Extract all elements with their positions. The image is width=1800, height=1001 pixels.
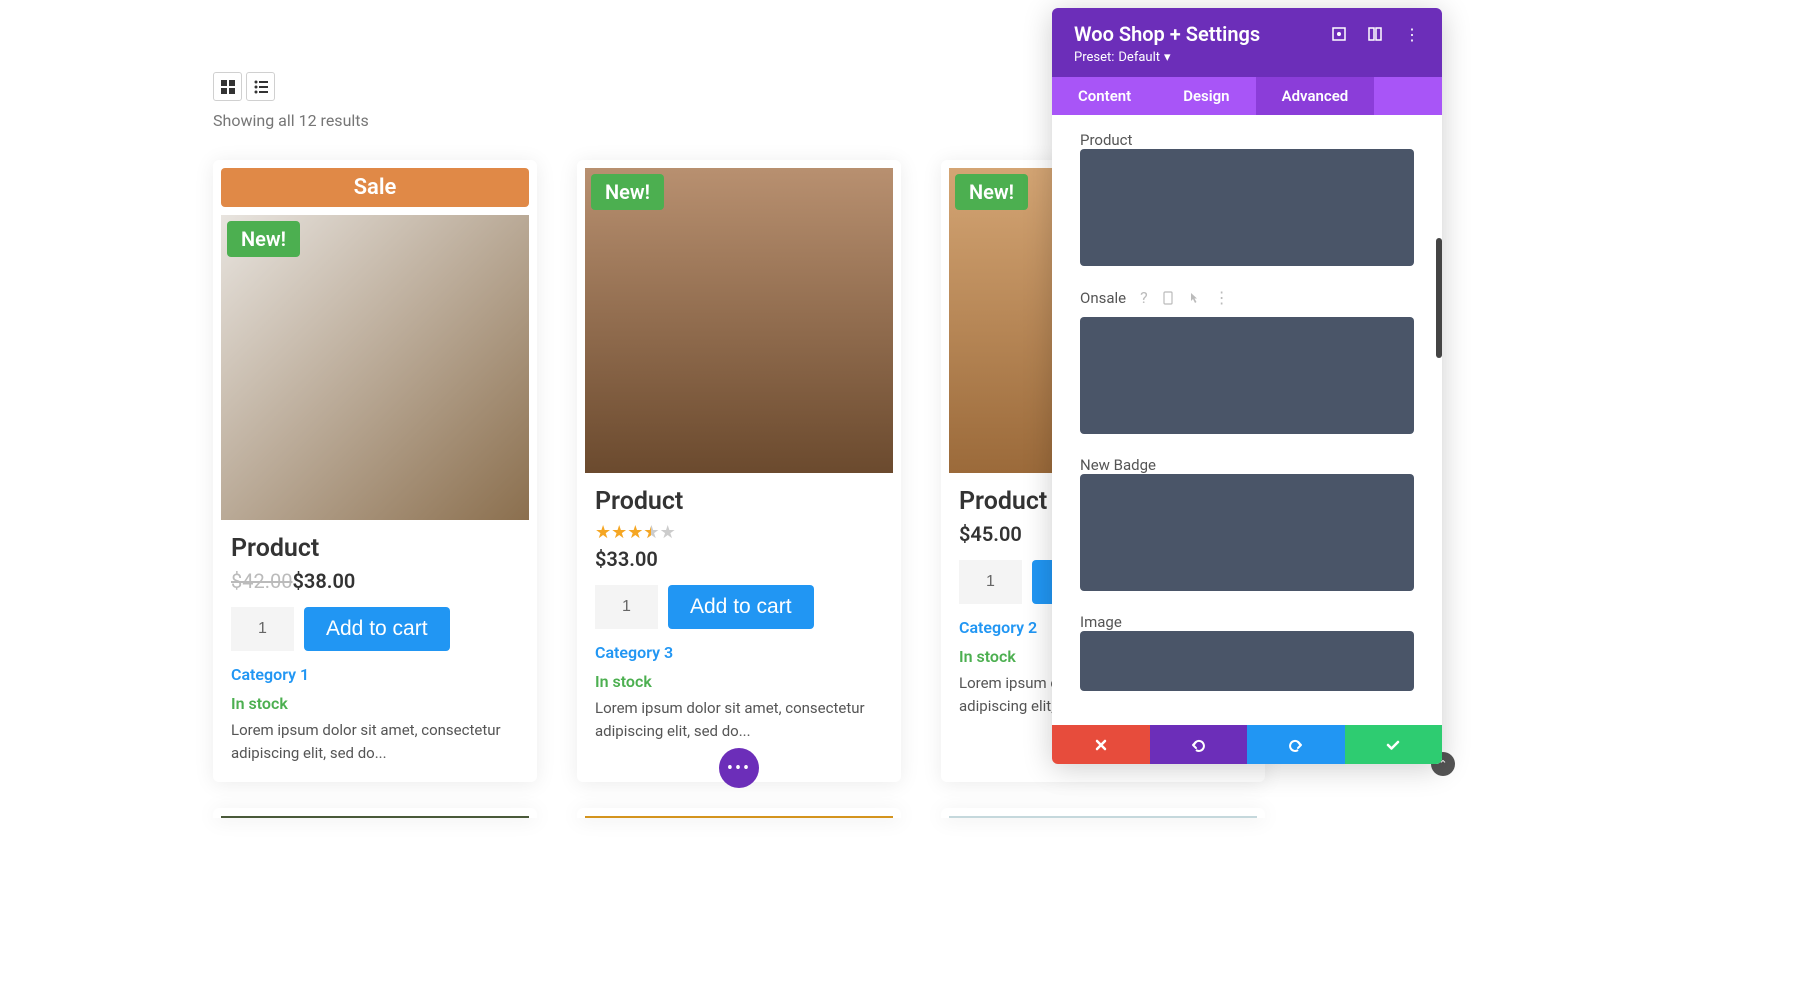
- add-to-cart-button[interactable]: Add to cart: [304, 607, 450, 651]
- cancel-button[interactable]: [1052, 725, 1150, 764]
- css-input-onsale[interactable]: [1080, 317, 1414, 434]
- product-image[interactable]: [585, 168, 893, 473]
- panel-title: Woo Shop + Settings: [1074, 22, 1260, 46]
- check-icon: [1385, 738, 1401, 752]
- quantity-input[interactable]: [959, 560, 1022, 604]
- section-label-image: Image: [1080, 613, 1414, 631]
- stock-status: In stock: [231, 694, 519, 713]
- settings-panel: Woo Shop + Settings ⋮ Preset: Default ▾ …: [1052, 8, 1442, 764]
- section-label-product: Product: [1080, 131, 1414, 149]
- new-badge: New!: [591, 174, 664, 210]
- add-to-cart-button[interactable]: Add to cart: [668, 585, 814, 629]
- redo-button[interactable]: [1247, 725, 1345, 764]
- kebab-menu-icon[interactable]: ⋮: [1214, 288, 1230, 307]
- tab-advanced[interactable]: Advanced: [1256, 77, 1375, 115]
- product-description: Lorem ipsum dolor sit amet, consectetur …: [595, 697, 883, 742]
- product-card[interactable]: New! Product ★★★★★★ $33.00 Add to cart C…: [577, 160, 901, 782]
- panel-header[interactable]: Woo Shop + Settings ⋮ Preset: Default ▾: [1052, 8, 1442, 77]
- new-badge: New!: [227, 221, 300, 257]
- list-view-button[interactable]: [246, 72, 275, 101]
- css-input-image[interactable]: [1080, 631, 1414, 691]
- product-card[interactable]: [213, 808, 537, 818]
- next-row-products: [213, 808, 1265, 818]
- undo-icon: [1190, 738, 1206, 752]
- preset-label: Preset:: [1074, 50, 1114, 65]
- undo-button[interactable]: [1150, 725, 1248, 764]
- expand-icon[interactable]: [1332, 27, 1346, 41]
- new-badge: New!: [955, 174, 1028, 210]
- product-card[interactable]: Sale New! Product $42.00$38.00 Add to ca…: [213, 160, 537, 782]
- product-title[interactable]: Product: [595, 487, 883, 516]
- preset-selector[interactable]: Preset: Default ▾: [1074, 50, 1420, 65]
- section-label-onsale: Onsale: [1080, 289, 1126, 307]
- grid-view-button[interactable]: [213, 72, 242, 101]
- hover-icon[interactable]: [1188, 291, 1200, 305]
- help-icon[interactable]: ?: [1140, 288, 1148, 307]
- product-card[interactable]: [941, 808, 1265, 818]
- preset-value: Default: [1118, 50, 1160, 65]
- sale-price: $38.00: [292, 569, 355, 593]
- panel-footer: [1052, 725, 1442, 764]
- tab-content[interactable]: Content: [1052, 77, 1157, 115]
- product-image[interactable]: [221, 215, 529, 520]
- panel-body[interactable]: Product Onsale ? ⋮ New Badge Image: [1052, 115, 1442, 725]
- css-input-newbadge[interactable]: [1080, 474, 1414, 591]
- tab-design[interactable]: Design: [1157, 77, 1255, 115]
- price: $45.00: [959, 522, 1022, 546]
- module-options-fab[interactable]: •••: [719, 748, 759, 788]
- kebab-menu-icon[interactable]: ⋮: [1404, 25, 1420, 44]
- ellipsis-icon: •••: [727, 758, 751, 779]
- quantity-input[interactable]: [231, 607, 294, 651]
- product-title[interactable]: Product: [231, 534, 519, 563]
- redo-icon: [1288, 738, 1304, 752]
- product-card[interactable]: [577, 808, 901, 818]
- product-description: Lorem ipsum dolor sit amet, consectetur …: [231, 719, 519, 764]
- panel-tabs: Content Design Advanced: [1052, 77, 1442, 115]
- quantity-input[interactable]: [595, 585, 658, 629]
- shop-main: Showing all 12 results Sale New! Product…: [0, 0, 1800, 782]
- product-price: $42.00$38.00: [231, 569, 519, 593]
- category-link[interactable]: Category 1: [231, 665, 519, 684]
- list-icon: [254, 80, 268, 94]
- category-link[interactable]: Category 3: [595, 643, 883, 662]
- grid-icon: [221, 80, 235, 94]
- css-input-product[interactable]: [1080, 149, 1414, 266]
- old-price: $42.00: [231, 569, 292, 593]
- price: $33.00: [595, 547, 658, 571]
- device-icon[interactable]: [1162, 291, 1174, 305]
- snap-icon[interactable]: [1368, 27, 1382, 41]
- sale-badge: Sale: [221, 168, 529, 207]
- save-button[interactable]: [1345, 725, 1443, 764]
- star-rating: ★★★★★★: [595, 522, 883, 543]
- stock-status: In stock: [595, 672, 883, 691]
- panel-scrollbar[interactable]: [1436, 238, 1442, 358]
- close-icon: [1094, 738, 1108, 752]
- product-price: $33.00: [595, 547, 883, 571]
- chevron-down-icon: ▾: [1164, 50, 1171, 65]
- section-label-newbadge: New Badge: [1080, 456, 1414, 474]
